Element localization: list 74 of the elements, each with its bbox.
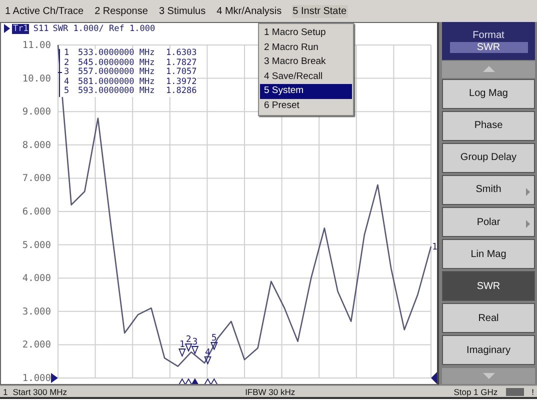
scale-label: SWR 1.000/ Ref 1.000 <box>52 24 156 34</box>
marker-number: 1 <box>179 340 185 350</box>
status-indicator <box>506 388 524 396</box>
menu-item[interactable]: 5 Instr State <box>292 4 348 18</box>
axis-label: 8.000 <box>22 140 51 151</box>
up-arrow-icon <box>482 66 494 72</box>
menu-option[interactable]: 2 Macro Run <box>260 40 352 55</box>
trace-label: Tr1 <box>12 24 30 34</box>
marker-number: 5 <box>211 333 217 344</box>
marker-frequency: 557.0000000 MHz <box>78 68 156 78</box>
stop-frequency: Stop 1 GHz <box>454 386 498 396</box>
marker-frequency: 581.0000000 MHz <box>78 78 156 86</box>
softkey-button[interactable]: Lin Mag <box>442 238 535 270</box>
softkey-button[interactable]: Phase <box>442 110 535 142</box>
menu-option[interactable]: 5 System <box>260 84 352 98</box>
warning-indicator: ! <box>532 386 534 396</box>
marker-number: 3 <box>64 68 70 78</box>
axis-label: 1.000 <box>22 372 51 384</box>
channel-number: 1 <box>3 386 8 396</box>
menu-option[interactable]: 4 Save/Recall <box>260 70 352 84</box>
softkey-button[interactable]: SWR <box>442 270 535 302</box>
softkey-button[interactable]: Polar <box>442 206 535 238</box>
marker-number: 2 <box>64 58 70 68</box>
reference-icon <box>51 372 58 383</box>
marker-frequency: 593.0000000 MHz <box>78 87 156 96</box>
softkey-button[interactable]: Group Delay <box>442 142 535 174</box>
current-value: SWR <box>450 42 528 53</box>
submenu-arrow-icon <box>526 188 530 196</box>
menu-item[interactable]: 4 Mkr/Analysis <box>216 4 283 18</box>
reference-icon <box>431 370 437 384</box>
marker-number: 1 <box>64 49 70 58</box>
marker-value: 1.7827 <box>166 58 197 68</box>
active-trace-icon <box>4 24 10 34</box>
marker-value: 1.7057 <box>166 68 197 78</box>
trace-number: 1 <box>432 242 437 252</box>
menu-title: Format <box>472 30 504 41</box>
menu-option[interactable]: 6 Preset <box>260 98 352 113</box>
softkey-button[interactable]: Imaginary <box>442 334 535 366</box>
marker-frequency: 545.0000000 MHz <box>78 58 156 68</box>
marker-number: 5 <box>64 87 70 96</box>
axis-label: 6.000 <box>22 206 51 218</box>
marker-value: 1.6303 <box>166 49 197 58</box>
parameter-label: S11 <box>33 24 49 34</box>
softkey-button[interactable]: Smith <box>442 174 535 206</box>
marker-icon <box>204 356 212 365</box>
softkey-button[interactable]: Log Mag <box>442 78 535 110</box>
scroll-up-button[interactable] <box>442 61 535 78</box>
marker-number: 4 <box>64 78 70 86</box>
menu-option[interactable]: 3 Macro Break <box>260 55 352 70</box>
down-arrow-icon <box>482 372 494 379</box>
axis-label: 11.00 <box>22 40 51 51</box>
menu-option[interactable]: 1 Macro Setup <box>260 26 352 40</box>
axis-label: 5.000 <box>22 240 51 251</box>
marker-value: 1.3972 <box>166 78 197 86</box>
submenu-arrow-icon <box>526 220 530 228</box>
start-frequency: Start 300 MHz <box>12 386 68 396</box>
axis-label: 7.000 <box>22 173 51 184</box>
axis-label: 2.000 <box>22 340 51 351</box>
menu-item[interactable]: 1 Active Ch/Trace <box>4 4 85 18</box>
marker-icon <box>210 342 218 351</box>
marker-number: 2 <box>186 334 192 345</box>
softkey-button[interactable]: Real <box>442 302 535 334</box>
scroll-down-button[interactable] <box>442 368 535 384</box>
marker-number: 4 <box>205 348 210 358</box>
marker-value: 1.8286 <box>166 87 197 96</box>
ifbw-label: IFBW 30 kHz <box>245 386 296 396</box>
axis-label: 9.000 <box>22 106 51 118</box>
menu-item[interactable]: 3 Stimulus <box>158 4 207 18</box>
axis-label: 3.000 <box>22 306 51 318</box>
marker-frequency: 533.0000000 MHz <box>78 49 156 58</box>
marker-number: 3 <box>192 337 198 348</box>
axis-label: 4.000 <box>22 273 51 284</box>
menu-item[interactable]: 2 Response <box>94 4 149 18</box>
axis-label: 10.00 <box>22 73 51 84</box>
